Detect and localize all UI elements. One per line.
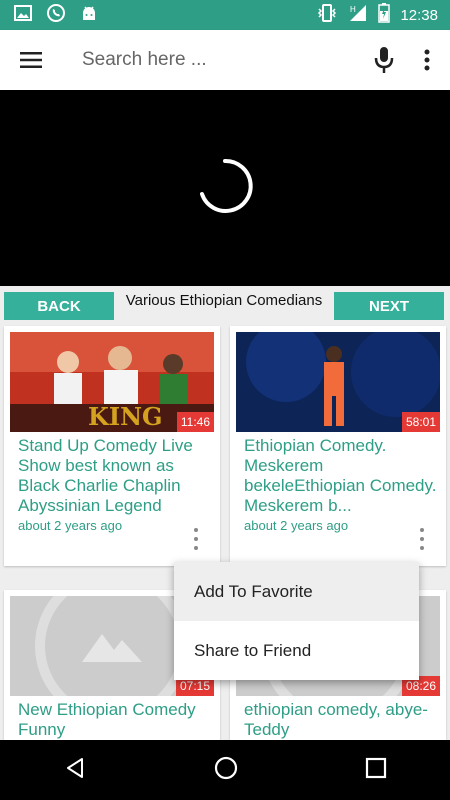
svg-text:H: H [350, 5, 356, 14]
nav-row: BACK Various Ethiopian Comedians NEXT [0, 286, 450, 322]
vibrate-icon [316, 3, 338, 27]
video-thumbnail[interactable]: 58:01 [236, 332, 440, 432]
menu-item-share-to-friend[interactable]: Share to Friend [174, 621, 419, 680]
menu-item-add-to-favorite[interactable]: Add To Favorite [174, 562, 419, 621]
status-time: 12:38 [400, 6, 438, 24]
duration-badge: 58:01 [401, 412, 440, 432]
svg-text:KING: KING [88, 402, 163, 431]
recents-nav-icon[interactable] [365, 757, 387, 784]
back-button[interactable]: BACK [4, 292, 114, 320]
system-nav-bar [0, 740, 450, 800]
viber-icon [46, 3, 66, 28]
signal-icon: H [348, 4, 368, 27]
app-bar [0, 30, 450, 90]
battery-icon [378, 2, 391, 28]
loading-spinner-icon [196, 157, 254, 220]
video-player[interactable] [0, 90, 450, 286]
next-button[interactable]: NEXT [334, 292, 444, 320]
search-input[interactable] [82, 49, 364, 71]
card-more-icon[interactable] [190, 528, 202, 550]
video-card[interactable]: 58:01 Ethiopian Comedy. Meskerem bekeleE… [230, 326, 446, 566]
playlist-title: Various Ethiopian Comedians [125, 292, 323, 309]
video-card[interactable]: KING 11:46 Stand Up Comedy Live Show bes… [4, 326, 220, 566]
android-icon [80, 4, 98, 27]
home-nav-icon[interactable] [213, 755, 239, 786]
card-more-icon[interactable] [416, 528, 428, 550]
video-thumbnail[interactable]: KING 11:46 [10, 332, 214, 432]
more-vert-icon[interactable] [404, 30, 450, 90]
mic-icon[interactable] [364, 30, 404, 90]
status-bar: H 12:38 [0, 0, 450, 30]
video-title[interactable]: Stand Up Comedy Live Show best known as … [18, 436, 214, 516]
video-title[interactable]: New Ethiopian Comedy Funny [18, 700, 214, 740]
video-title[interactable]: Ethiopian Comedy. Meskerem bekeleEthiopi… [244, 436, 440, 516]
context-menu: Add To Favorite Share to Friend [174, 562, 419, 680]
video-title[interactable]: ethiopian comedy, abye-Teddy [244, 700, 440, 740]
back-nav-icon[interactable] [63, 756, 87, 785]
duration-badge: 11:46 [176, 412, 214, 432]
video-date: about 2 years ago [18, 518, 123, 533]
hamburger-icon[interactable] [0, 30, 62, 90]
video-date: about 2 years ago [244, 518, 349, 533]
gallery-icon [14, 4, 32, 26]
